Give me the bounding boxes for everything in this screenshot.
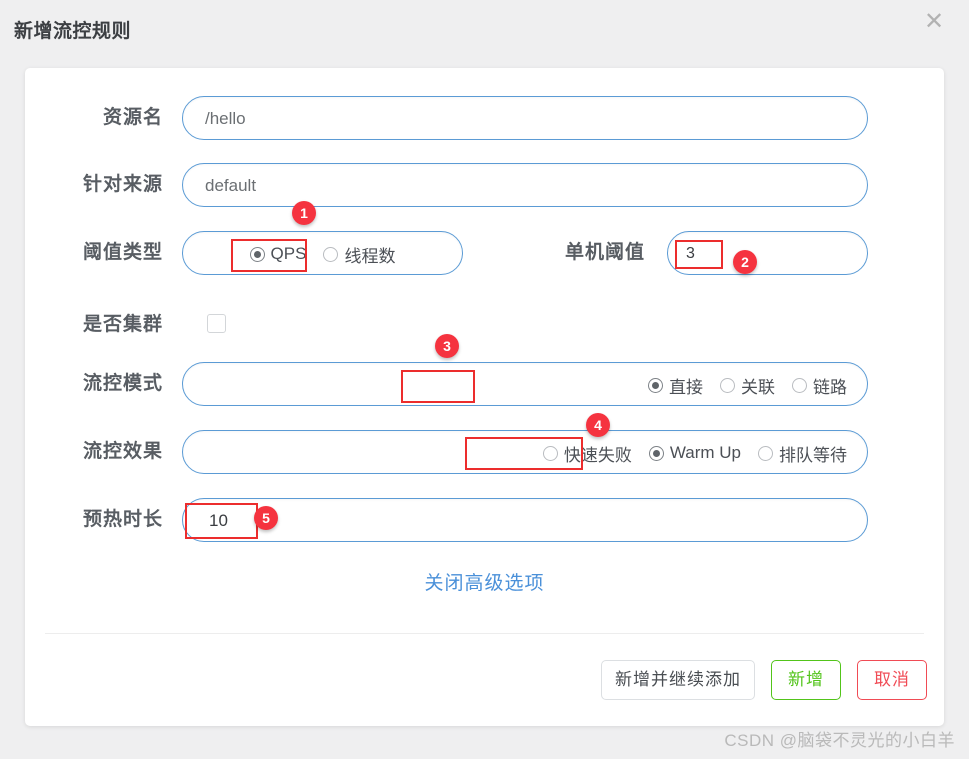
flow-mode-radios: 直接 关联 链路 (646, 363, 849, 407)
toggle-advanced-options-link[interactable]: 关闭高级选项 (25, 568, 944, 595)
radio-dot-icon (249, 246, 265, 262)
radio-flow-mode-direct[interactable]: 直接 (646, 372, 705, 399)
radio-flow-effect-warm-up[interactable]: Warm Up (647, 442, 743, 464)
watermark: CSDN @脑袋不灵光的小白羊 (724, 731, 955, 750)
radio-flow-mode-associate-label: 关联 (741, 377, 775, 397)
radio-flow-effect-queue-label: 排队等待 (779, 445, 847, 465)
form-row-threshold: 阈值类型 QPS 线程数 单机阈值 3 (25, 231, 944, 275)
is-cluster-checkbox[interactable] (207, 314, 226, 333)
annotation-badge-4: 4 (586, 413, 610, 437)
dialog-title: 新增流控规则 (14, 21, 132, 42)
warmup-duration-value: 10 (209, 511, 228, 530)
annotation-badge-1: 1 (292, 201, 316, 225)
radio-threshold-threads[interactable]: 线程数 (321, 241, 397, 268)
radio-flow-mode-chain[interactable]: 链路 (790, 372, 849, 399)
radio-dot-icon (648, 377, 663, 393)
radio-flow-mode-associate[interactable]: 关联 (718, 372, 777, 399)
dialog-panel: 资源名 /hello 针对来源 default 阈值类型 QPS 线程数 单机阈… (25, 68, 944, 726)
flow-effect-group: 快速失败 Warm Up 排队等待 (182, 430, 868, 474)
label-warmup-duration: 预热时长 (82, 509, 163, 530)
form-row-resource: 资源名 /hello (25, 96, 944, 140)
radio-flow-effect-fail-fast[interactable]: 快速失败 (541, 440, 634, 467)
label-is-cluster: 是否集群 (82, 314, 163, 335)
threshold-type-radios: QPS 线程数 (183, 232, 462, 276)
resource-input-value: /hello (205, 109, 246, 128)
single-threshold-value: 3 (686, 245, 695, 262)
close-icon[interactable]: ✕ (919, 6, 949, 36)
warmup-duration-input[interactable]: 10 (182, 498, 868, 542)
annotation-badge-3: 3 (435, 334, 459, 358)
radio-dot-icon (792, 377, 807, 393)
dialog-root: 新增流控规则 ✕ 资源名 /hello 针对来源 default 阈值类型 QP… (0, 0, 969, 759)
label-flow-mode: 流控模式 (82, 373, 163, 394)
resource-input[interactable]: /hello (182, 96, 868, 140)
single-threshold-input[interactable]: 3 (667, 231, 868, 275)
add-button[interactable]: 新增 (771, 660, 841, 700)
radio-flow-mode-chain-label: 链路 (813, 377, 847, 397)
radio-dot-icon (648, 445, 664, 461)
radio-dot-icon (542, 445, 558, 461)
radio-flow-effect-warm-up-label: Warm Up (669, 443, 741, 462)
origin-input[interactable]: default (182, 163, 868, 207)
radio-flow-effect-queue[interactable]: 排队等待 (756, 440, 849, 467)
flow-mode-group: 直接 关联 链路 (182, 362, 868, 406)
radio-threshold-qps-label: QPS (270, 244, 307, 263)
form-row-cluster: 是否集群 (25, 303, 944, 347)
radio-dot-icon (323, 246, 339, 262)
cancel-button[interactable]: 取消 (857, 660, 927, 700)
radio-dot-icon (758, 445, 773, 461)
radio-flow-effect-fail-fast-label: 快速失败 (563, 445, 632, 465)
add-and-continue-button[interactable]: 新增并继续添加 (601, 660, 755, 700)
form-row-origin: 针对来源 default (25, 163, 944, 207)
radio-threshold-qps[interactable]: QPS (248, 243, 309, 265)
radio-flow-mode-direct-label: 直接 (669, 377, 703, 397)
annotation-badge-5: 5 (254, 506, 278, 530)
label-single-threshold: 单机阈值 (564, 242, 645, 263)
radio-threshold-threads-label: 线程数 (344, 246, 396, 266)
threshold-type-group: QPS 线程数 (182, 231, 463, 275)
origin-input-value: default (205, 176, 257, 195)
flow-effect-radios: 快速失败 Warm Up 排队等待 (541, 431, 849, 475)
label-threshold-type: 阈值类型 (82, 242, 163, 263)
form-row-flow-effect: 流控效果 快速失败 Warm Up 排队等待 (25, 430, 944, 474)
label-flow-effect: 流控效果 (82, 441, 163, 462)
label-origin: 针对来源 (82, 174, 163, 195)
footer-divider (45, 633, 924, 634)
label-resource: 资源名 (102, 107, 163, 128)
form-row-flow-mode: 流控模式 直接 关联 链路 (25, 362, 944, 406)
annotation-badge-2: 2 (733, 250, 757, 274)
radio-dot-icon (720, 377, 735, 393)
form-row-warmup: 预热时长 10 (25, 498, 944, 542)
